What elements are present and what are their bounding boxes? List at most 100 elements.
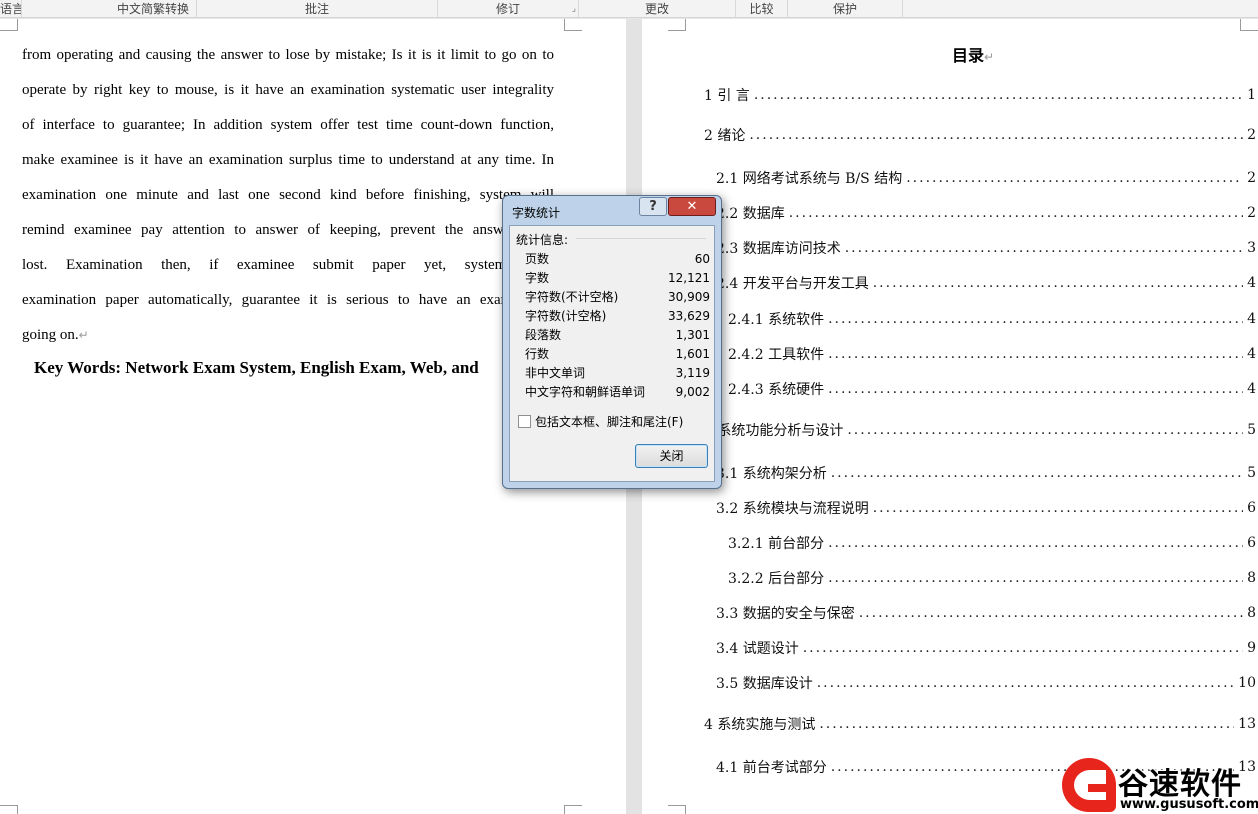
watermark-logo-icon [1062,758,1116,812]
toc-entry[interactable]: 3.2.1 前台部分 6 [728,533,1258,553]
ribbon-group-changes: 更改 [579,0,736,18]
crop-mark [668,805,686,814]
stat-row: 字符数(计空格) 33,629 [525,307,710,326]
abstract-line: lost. Examination then, if examinee subm… [22,257,554,273]
toc-entry[interactable]: 2 绪论 2 [704,125,1258,145]
toc-entry[interactable]: 2.4 开发平台与开发工具 4 [716,273,1258,293]
abstract-line: remind examinee pay attention to answer … [22,222,554,238]
toc-entry[interactable]: 3.2 系统模块与流程说明 6 [716,498,1258,518]
toc-leader-dots [845,240,1243,256]
abstract-line: of interface to guarantee; In addition s… [22,117,554,133]
stat-label: 字数 [525,271,550,285]
abstract-line: examination paper automatically, guarant… [22,292,554,308]
toc-leader-dots [828,570,1243,586]
toc-leader-dots [847,422,1243,438]
toc-entry[interactable]: 3 系统功能分析与设计 5 [704,420,1258,440]
toc-entry-page: 8 [1247,570,1256,586]
word-count-dialog[interactable]: 字数统计 ? ✕ 统计信息: 页数 60 字数 12,121 字符数(不计空格) 30… [502,195,722,489]
document-page-right[interactable]: 目录↵ 1 引 言 1 2 绪论 2 2.1 网络考试系统与 B/S 结构 2 2.2… [642,19,1258,814]
dialog-title: 字数统计 [512,206,561,220]
crop-mark [0,19,18,31]
toc-entry[interactable]: 2.1 网络考试系统与 B/S 结构 2 [716,168,1258,188]
abstract-last-line: going on.↵ [22,325,554,345]
toc-entry[interactable]: 2.2 数据库 2 [716,203,1258,223]
abstract-line: operate by right key to mouse, is it hav… [22,82,554,98]
stat-row: 中文字符和朝鲜语单词 9,002 [525,383,710,402]
stat-label: 段落数 [525,328,562,342]
toc-leader-dots [906,170,1243,186]
toc-entry[interactable]: 2.3 数据库访问技术 3 [716,238,1258,258]
toc-entry[interactable]: 3.2.2 后台部分 8 [728,568,1258,588]
stat-value: 3,119 [675,366,710,380]
toc-entry[interactable]: 3.3 数据的安全与保密 8 [716,603,1258,623]
toc-entry-label: 2.1 网络考试系统与 B/S 结构 [716,171,903,187]
stat-label: 字符数(不计空格) [525,290,619,304]
toc-entry[interactable]: 2.4.1 系统软件 4 [728,309,1258,329]
toc-leader-dots [828,346,1243,362]
crop-mark [1240,19,1258,31]
toc-entry[interactable]: 3.1 系统构架分析 5 [716,463,1258,483]
toc-leader-dots [803,640,1243,656]
toc-entry-page: 4 [1247,381,1256,397]
include-textboxes-checkbox[interactable] [518,415,531,428]
dialog-launcher-icon[interactable]: ⌟ [572,4,576,14]
toc-entry-label: 3.4 试题设计 [716,641,799,657]
toc-entry-page: 9 [1247,640,1256,656]
crop-mark [668,19,686,31]
toc-entry-label: 2.3 数据库访问技术 [716,241,841,257]
toc-entry-label: 2.4 开发平台与开发工具 [716,276,869,292]
stat-row: 非中文单词 3,119 [525,364,710,383]
toc-entry-page: 4 [1247,346,1256,362]
paragraph-mark-icon: ↵ [984,50,995,64]
toc-entry-page: 13 [1238,716,1256,732]
toc-entry-label: 2.4.3 系统硬件 [728,382,825,398]
toc-entry-page: 10 [1238,675,1256,691]
toc-leader-dots [828,535,1243,551]
stat-value: 33,629 [668,309,710,323]
toc-leader-dots [749,127,1243,143]
toc-entry[interactable]: 2.4.2 工具软件 4 [728,344,1258,364]
toc-entry-label: 3.3 数据的安全与保密 [716,606,855,622]
toc-entry[interactable]: 3.4 试题设计 9 [716,638,1258,658]
abstract-line: examination one minute and last one seco… [22,187,554,203]
close-window-button[interactable]: ✕ [668,197,716,216]
toc-entry-page: 4 [1247,275,1256,291]
toc-entry[interactable]: 2.4.3 系统硬件 4 [728,379,1258,399]
close-button[interactable]: 关闭 [635,444,708,468]
toc-title: 目录↵ [952,42,994,66]
abstract-line: from operating and causing the answer to… [22,47,554,63]
help-button[interactable]: ? [639,197,667,216]
toc-entry-page: 5 [1247,465,1256,481]
ribbon-group-tracking: 修订 ⌟ [438,0,579,18]
stat-label: 页数 [525,252,550,266]
stat-row: 字符数(不计空格) 30,909 [525,288,710,307]
toc-entry[interactable]: 3.5 数据库设计 10 [716,673,1258,693]
ribbon-group-protect-label: 保护 [832,2,857,16]
stat-row: 字数 12,121 [525,269,710,288]
toc-entry[interactable]: 1 引 言 1 [704,85,1258,105]
toc-leader-dots [859,605,1243,621]
ribbon-group-labels: 语言 中文简繁转换 批注 修订 ⌟ 更改 比较 保护 [0,0,1258,18]
toc-entry-label: 4 系统实施与测试 [704,717,816,733]
keywords-line: Key Words: Network Exam System, English … [34,358,479,377]
toc-entry[interactable]: 4 系统实施与测试 13 [704,714,1258,734]
abstract-line-text: going on. [22,327,79,343]
ribbon-group-chinese-conversion-label: 中文简繁转换 [116,2,189,16]
stat-value: 1,601 [675,347,710,361]
toc-entry-label: 2 绪论 [704,128,746,144]
group-divider [576,238,706,239]
ribbon-group-comments: 批注 [197,0,438,18]
stat-label: 行数 [525,347,550,361]
ribbon-group-compare: 比较 [736,0,788,18]
dialog-body: 统计信息: 页数 60 字数 12,121 字符数(不计空格) 30,909 字符数(… [509,225,715,482]
toc-leader-dots [831,465,1243,481]
toc-leader-dots [819,716,1234,732]
toc-leader-dots [828,311,1243,327]
toc-entry-page: 3 [1247,240,1256,256]
include-textboxes-label[interactable]: 包括文本框、脚注和尾注(F) [535,413,683,430]
crop-mark [564,19,582,31]
toc-entry-page: 2 [1247,205,1256,221]
toc-entry-label: 2.4.1 系统软件 [728,312,825,328]
toc-entry-page: 8 [1247,605,1256,621]
stat-value: 1,301 [675,328,710,342]
